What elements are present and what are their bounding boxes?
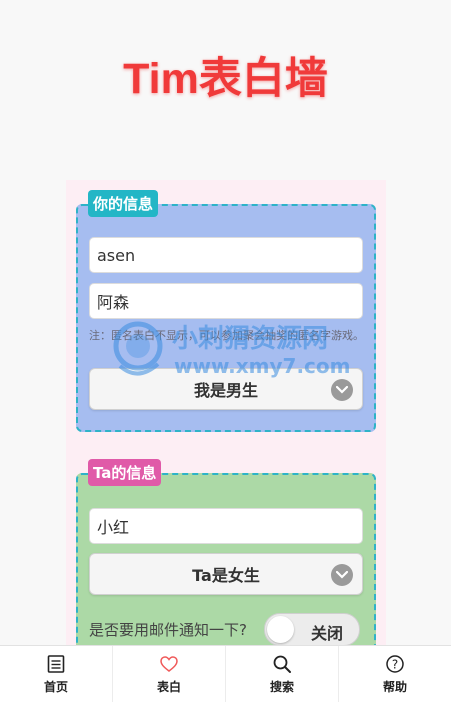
document-icon [47, 654, 65, 673]
their-gender-select[interactable]: Ta是女生 [89, 553, 363, 595]
my-info-section: 你的信息 asen 阿森 注：匿名表白不显示，可以参加聚会抽奖的匿名字游戏。 我… [76, 190, 376, 432]
app-title: Tim表白墙 [123, 55, 328, 103]
tab-confess-label: 表白 [156, 679, 181, 694]
tab-search-label: 搜索 [269, 679, 294, 694]
anonymous-note: 注：匿名表白不显示，可以参加聚会抽奖的匿名字游戏。 [89, 329, 364, 342]
chevron-down-icon [331, 379, 353, 401]
email-notify-label: 是否要用邮件通知一下? [89, 621, 247, 639]
page: Tim表白墙 你的信息 asen 阿森 注：匿名表白不显示，可以参加聚会抽奖的匿… [0, 0, 451, 702]
my-nickname-input[interactable]: 阿森 [89, 283, 363, 319]
bottom-tab-bar: 首页 表白 搜索 ? 帮助 [0, 645, 451, 702]
toggle-state-label: 关闭 [311, 624, 344, 643]
their-info-legend: Ta的信息 [88, 459, 162, 486]
toggle-knob [267, 616, 294, 643]
chevron-down-icon [331, 564, 353, 586]
help-icon: ? [386, 654, 404, 673]
tab-home[interactable]: 首页 [0, 646, 113, 702]
search-icon [273, 655, 291, 673]
email-notify-row: 是否要用邮件通知一下? 关闭 [89, 613, 365, 646]
tab-help[interactable]: ? 帮助 [339, 646, 451, 702]
email-notify-toggle[interactable]: 关闭 [264, 613, 360, 646]
tab-help-label: 帮助 [382, 679, 407, 694]
my-gender-label: 我是男生 [193, 381, 258, 400]
tab-search[interactable]: 搜索 [226, 646, 339, 702]
my-gender-select[interactable]: 我是男生 [89, 368, 363, 410]
my-info-legend: 你的信息 [88, 190, 159, 217]
tab-home-label: 首页 [43, 679, 68, 694]
svg-text:?: ? [392, 657, 398, 671]
heart-icon [160, 655, 178, 672]
tab-confess[interactable]: 表白 [113, 646, 226, 702]
form-panel: 你的信息 asen 阿森 注：匿名表白不显示，可以参加聚会抽奖的匿名字游戏。 我… [66, 180, 386, 663]
their-gender-label: Ta是女生 [192, 566, 260, 585]
my-name-input[interactable]: asen [89, 237, 363, 273]
their-info-section: Ta的信息 小红 Ta是女生 是否要用邮件通知一下? 关闭 [76, 459, 376, 663]
their-name-input[interactable]: 小红 [89, 508, 363, 544]
